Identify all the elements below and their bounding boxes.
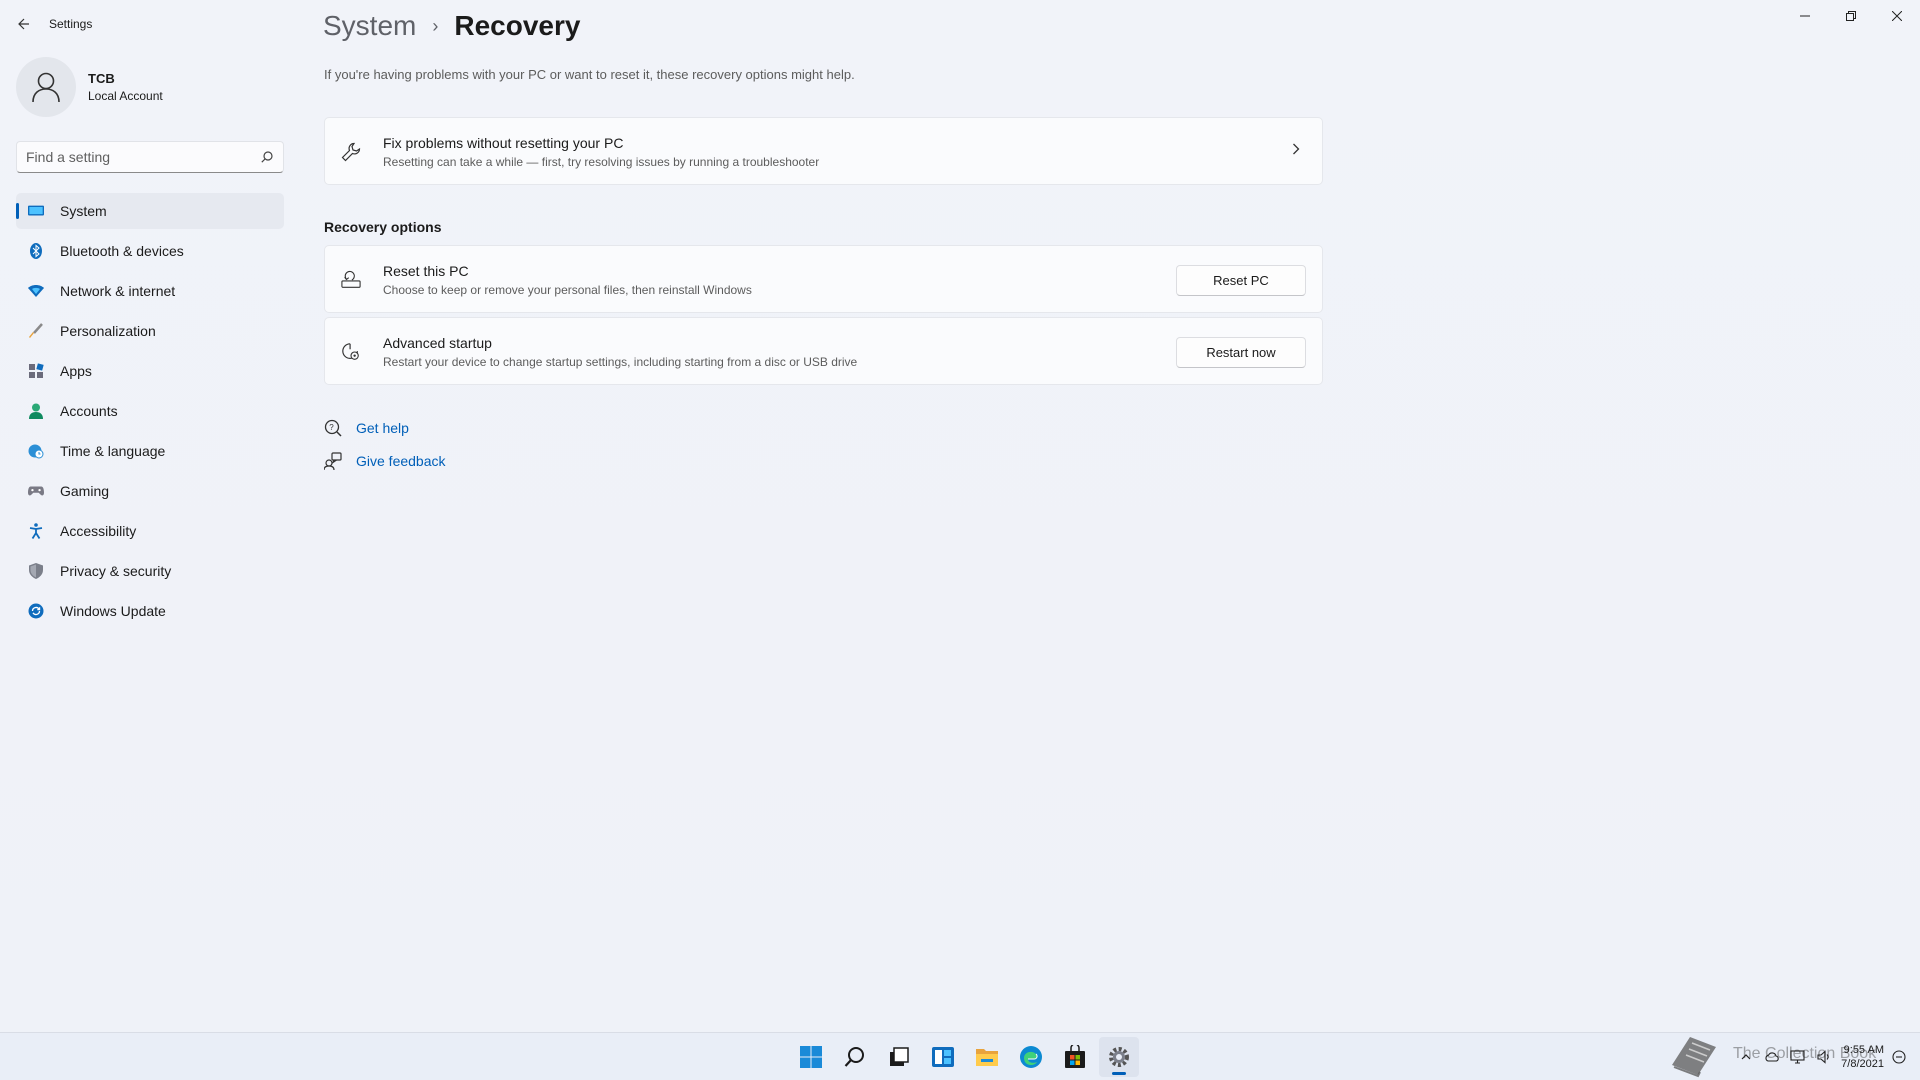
sidebar-item-label: Privacy & security	[60, 563, 172, 579]
sidebar-item-network[interactable]: Network & internet	[16, 273, 284, 309]
sidebar-item-label: Gaming	[60, 483, 110, 499]
svg-text:?: ?	[329, 423, 334, 432]
wrench-icon	[341, 142, 361, 162]
search-box[interactable]	[16, 141, 284, 173]
sidebar-item-label: Network & internet	[60, 283, 176, 299]
sidebar-item-accessibility[interactable]: Accessibility	[16, 513, 284, 549]
update-icon	[28, 603, 44, 619]
chevron-up-icon[interactable]	[1735, 1046, 1757, 1068]
notification-icon[interactable]	[1888, 1046, 1910, 1068]
settings-window: Settings TCB Local Account Find a settin…	[0, 0, 1920, 1032]
give-feedback-label[interactable]: Give feedback	[356, 453, 446, 469]
sidebar-item-windows-update[interactable]: Windows Update	[16, 593, 284, 629]
sidebar-item-apps[interactable]: Apps	[16, 353, 284, 389]
sidebar-item-gaming[interactable]: Gaming	[16, 473, 284, 509]
give-feedback-link[interactable]: Give feedback	[324, 452, 446, 470]
store-icon[interactable]	[1055, 1037, 1095, 1077]
page-title: Recovery	[454, 10, 581, 41]
file-explorer-icon[interactable]	[967, 1037, 1007, 1077]
widgets-icon[interactable]	[923, 1037, 963, 1077]
clock-date: 7/8/2021	[1841, 1058, 1884, 1070]
avatar	[16, 57, 76, 117]
feedback-icon	[324, 452, 342, 470]
advanced-startup-card: Advanced startup Restart your device to …	[324, 317, 1323, 385]
onedrive-icon[interactable]	[1761, 1046, 1783, 1068]
intro-text: If you're having problems with your PC o…	[324, 67, 855, 82]
profile-name: TCB	[88, 71, 115, 86]
clock-time: 9:55 AM	[1843, 1044, 1884, 1056]
sidebar-item-personalization[interactable]: Personalization	[16, 313, 284, 349]
clock[interactable]: 9:55 AM 7/8/2021	[1841, 1043, 1884, 1071]
fix-problems-card[interactable]: Fix problems without resetting your PC R…	[324, 117, 1323, 185]
sidebar-item-time-language[interactable]: Time & language	[16, 433, 284, 469]
shield-icon	[28, 563, 44, 579]
gamepad-icon	[28, 483, 44, 499]
taskbar-apps	[791, 1037, 1143, 1077]
breadcrumb: System › Recovery	[323, 10, 580, 42]
close-button[interactable]	[1874, 0, 1920, 32]
minimize-button[interactable]	[1782, 0, 1828, 32]
chevron-right-icon	[1292, 142, 1300, 160]
window-controls	[1782, 0, 1920, 32]
sidebar-item-label: Accessibility	[60, 523, 137, 539]
display-icon[interactable]	[1787, 1046, 1809, 1068]
card-title: Reset this PC	[383, 263, 469, 279]
card-title: Fix problems without resetting your PC	[383, 135, 624, 151]
wifi-icon	[28, 283, 44, 299]
back-arrow-icon[interactable]	[12, 12, 36, 36]
title-bar: Settings	[0, 0, 1920, 48]
globe-clock-icon	[28, 443, 44, 459]
sidebar-item-privacy[interactable]: Privacy & security	[16, 553, 284, 589]
reset-pc-button[interactable]: Reset PC	[1176, 265, 1306, 296]
brush-icon	[28, 323, 44, 339]
search-icon[interactable]	[260, 150, 274, 164]
reset-pc-card: Reset this PC Choose to keep or remove y…	[324, 245, 1323, 313]
edge-icon[interactable]	[1011, 1037, 1051, 1077]
advanced-startup-icon	[341, 342, 361, 362]
app-title: Settings	[49, 17, 93, 31]
sidebar-item-label: Windows Update	[60, 603, 166, 619]
profile-account-type: Local Account	[88, 89, 163, 103]
card-title: Advanced startup	[383, 335, 492, 351]
apps-icon	[28, 363, 44, 379]
card-description: Choose to keep or remove your personal f…	[383, 283, 752, 297]
taskbar: The Collection Book 9:55 AM 7/8/2021	[0, 1032, 1920, 1080]
sidebar-item-accounts[interactable]: Accounts	[16, 393, 284, 429]
reset-pc-icon	[341, 270, 361, 290]
start-icon[interactable]	[791, 1037, 831, 1077]
get-help-label[interactable]: Get help	[356, 420, 409, 436]
section-title: Recovery options	[324, 219, 442, 235]
task-view-icon[interactable]	[879, 1037, 919, 1077]
user-profile[interactable]: TCB Local Account	[16, 57, 163, 117]
sidebar-item-label: Bluetooth & devices	[60, 243, 184, 259]
sidebar-item-label: Time & language	[60, 443, 166, 459]
book-watermark-icon	[1672, 1037, 1716, 1078]
system-icon	[28, 203, 44, 219]
get-help-icon: ?	[324, 419, 342, 437]
card-description: Resetting can take a while — first, try …	[383, 155, 820, 169]
restart-now-button[interactable]: Restart now	[1176, 337, 1306, 368]
bluetooth-icon	[28, 243, 44, 259]
sidebar-item-system[interactable]: System	[16, 193, 284, 229]
system-tray: 9:55 AM 7/8/2021	[1731, 1037, 1910, 1077]
sidebar-item-label: System	[60, 203, 107, 219]
search-icon[interactable]	[835, 1037, 875, 1077]
sidebar-item-bluetooth[interactable]: Bluetooth & devices	[16, 233, 284, 269]
restore-button[interactable]	[1828, 0, 1874, 32]
sidebar-item-label: Accounts	[60, 403, 118, 419]
sidebar-nav: System Bluetooth & devices Network & int…	[16, 193, 284, 633]
person-icon	[28, 403, 44, 419]
settings-icon[interactable]	[1099, 1037, 1139, 1077]
search-input[interactable]	[26, 149, 260, 165]
card-description: Restart your device to change startup se…	[383, 355, 858, 369]
breadcrumb-separator: ›	[432, 15, 439, 36]
volume-icon[interactable]	[1813, 1046, 1835, 1068]
get-help-link[interactable]: ? Get help	[324, 419, 409, 437]
sidebar-item-label: Personalization	[60, 323, 156, 339]
accessibility-icon	[28, 523, 44, 539]
breadcrumb-parent[interactable]: System	[323, 10, 416, 42]
sidebar-item-label: Apps	[60, 363, 92, 379]
